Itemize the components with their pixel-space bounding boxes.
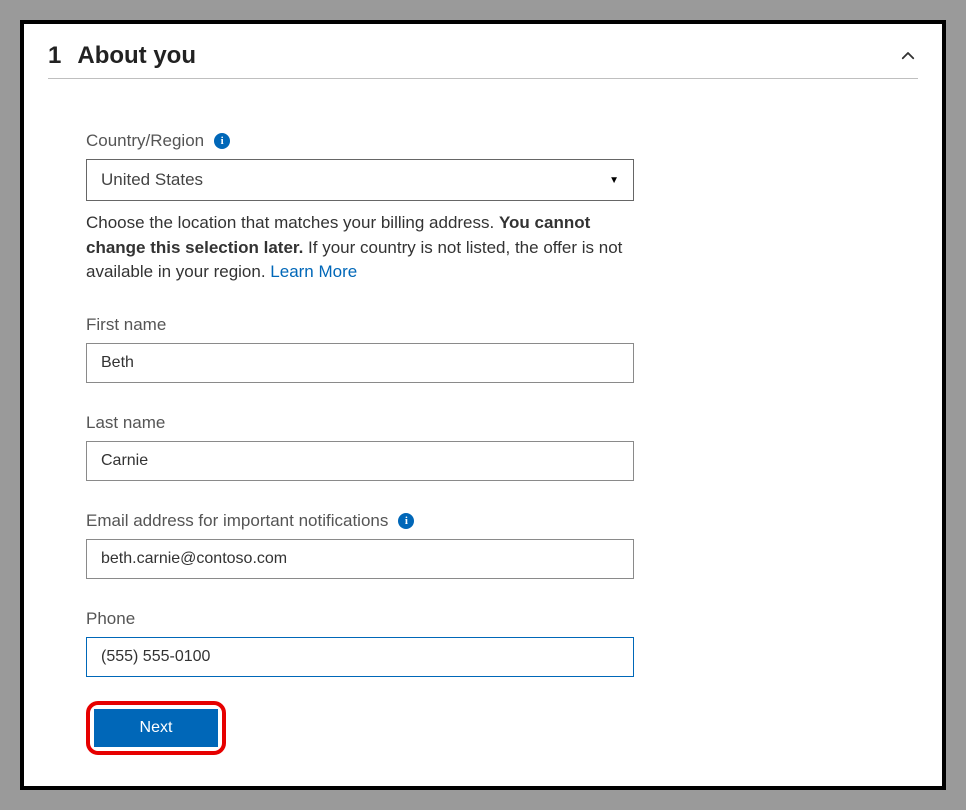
phone-input[interactable]: [86, 637, 634, 677]
section-title: About you: [77, 42, 196, 70]
first-name-input[interactable]: [86, 343, 634, 383]
country-label: Country/Region i: [86, 131, 648, 151]
info-icon[interactable]: i: [398, 513, 414, 529]
country-help-text: Choose the location that matches your bi…: [86, 211, 634, 285]
phone-label: Phone: [86, 609, 648, 629]
email-input[interactable]: [86, 539, 634, 579]
country-select-value: United States: [101, 170, 203, 190]
first-name-label: First name: [86, 315, 648, 335]
collapse-chevron-up-icon[interactable]: [898, 46, 918, 66]
last-name-label: Last name: [86, 413, 648, 433]
country-select[interactable]: United States ▼: [86, 159, 634, 201]
about-you-panel: 1 About you Country/Region i United Stat…: [24, 24, 942, 786]
next-button[interactable]: Next: [94, 709, 218, 747]
dropdown-caret-icon: ▼: [609, 175, 619, 186]
email-label: Email address for important notification…: [86, 511, 648, 531]
last-name-input[interactable]: [86, 441, 634, 481]
section-number: 1: [48, 42, 61, 70]
section-header: 1 About you: [48, 42, 918, 79]
info-icon[interactable]: i: [214, 133, 230, 149]
next-button-highlight: Next: [86, 701, 226, 755]
learn-more-link[interactable]: Learn More: [270, 262, 357, 281]
